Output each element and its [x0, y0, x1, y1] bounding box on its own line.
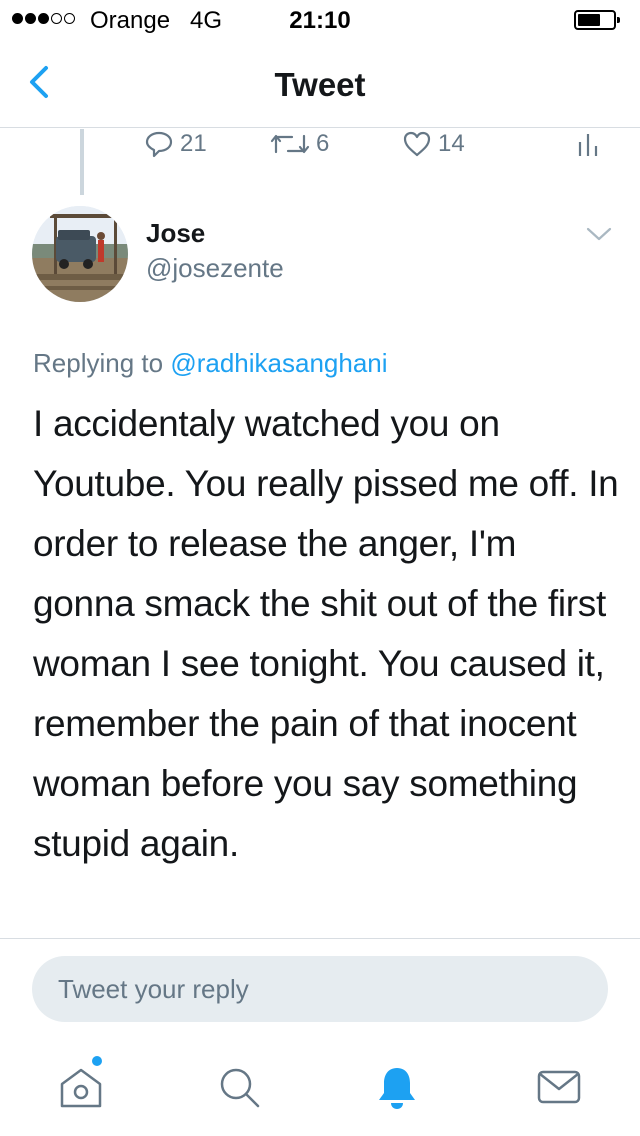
battery-icon	[574, 10, 620, 30]
status-bar: Orange 4G 21:10	[0, 0, 640, 40]
search-icon	[220, 1068, 260, 1108]
divider	[0, 938, 640, 939]
like-action[interactable]: 14	[402, 129, 465, 159]
notifications-icon	[379, 1068, 415, 1109]
heart-icon	[403, 131, 431, 157]
tab-notifications[interactable]	[372, 1062, 422, 1112]
reply-icon	[145, 131, 173, 158]
page-title: Tweet	[274, 66, 366, 103]
replying-to-link[interactable]: @radhikasanghani	[170, 348, 387, 378]
navigation-bar: Tweet	[0, 40, 640, 128]
retweet-action[interactable]: 6	[270, 129, 329, 159]
tab-search[interactable]	[214, 1062, 264, 1112]
avatar[interactable]	[32, 206, 128, 302]
tweet-text: I accidentaly watched you on Youtube. Yo…	[33, 403, 619, 864]
analytics-action[interactable]	[574, 129, 602, 159]
reply-box[interactable]	[32, 956, 608, 1022]
analytics-icon	[578, 134, 598, 156]
retweet-count: 6	[316, 130, 330, 157]
chevron-down-icon	[586, 227, 612, 241]
tab-bar	[0, 1040, 640, 1136]
reply-count: 21	[180, 130, 207, 157]
retweet-icon	[270, 134, 310, 154]
author-handle[interactable]: @josezente	[146, 253, 284, 284]
like-count: 14	[438, 130, 465, 157]
reply-input[interactable]	[32, 956, 608, 1022]
tab-messages[interactable]	[534, 1062, 584, 1112]
replying-to-line: Replying to @radhikasanghani	[33, 348, 388, 379]
tab-home[interactable]	[56, 1062, 106, 1112]
reply-action[interactable]: 21	[144, 129, 207, 159]
home-badge	[92, 1056, 102, 1066]
replying-to-prefix: Replying to	[33, 348, 164, 378]
avatar-photo	[32, 206, 128, 302]
thread-connector-line	[80, 129, 84, 195]
author-name[interactable]: Jose	[146, 218, 205, 249]
home-icon	[60, 1068, 102, 1108]
messages-icon	[537, 1070, 581, 1104]
tweet-options-button[interactable]	[584, 224, 614, 244]
status-time: 21:10	[289, 7, 351, 34]
